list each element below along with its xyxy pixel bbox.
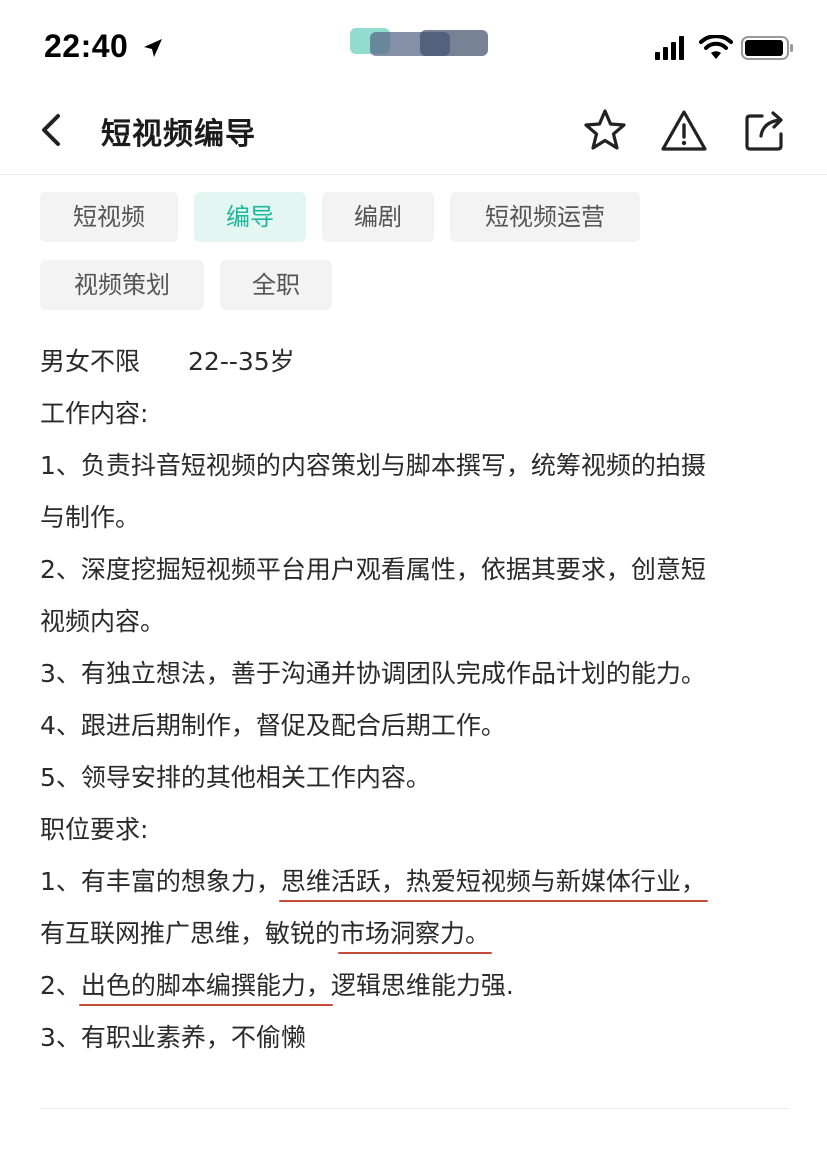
work-heading: 工作内容:: [40, 399, 149, 428]
work-item-2-line-1: 2、深度挖掘短视频平台用户观看属性，依据其要求，创意短: [40, 555, 706, 584]
gender-requirement: 男女不限: [40, 347, 141, 376]
req-2-prefix: 2、: [40, 971, 81, 1000]
tag-short-video[interactable]: 短视频: [40, 192, 178, 242]
battery-icon: [741, 36, 793, 60]
req-1b-prefix: 有互联网推广思维，敏锐的: [40, 919, 341, 948]
section-divider: [40, 1108, 788, 1109]
req-2-underlined-text: 出色的脚本编撰能力，: [80, 971, 331, 1000]
status-bar: 22:40: [0, 0, 827, 96]
work-item-1-line-2: 与制作。: [40, 503, 141, 532]
req-item-1-line-1: 1、有丰富的想象力，思维活跃，热爱短视频与新媒体行业，: [40, 862, 706, 902]
req-2-suffix: 逻辑思维能力强.: [330, 971, 514, 1000]
report-button[interactable]: [659, 106, 709, 156]
work-item-1-line-1: 1、负责抖音短视频的内容策划与脚本撰写，统筹视频的拍摄: [40, 451, 706, 480]
req-1-underlined-text: 思维活跃，热爱短视频与新媒体行业，: [280, 867, 706, 896]
req-item-2: 2、出色的脚本编撰能力，逻辑思维能力强.: [40, 966, 514, 1006]
location-arrow-icon: [144, 39, 162, 57]
carrier-blurred-icon: [350, 26, 488, 60]
tag-full-time[interactable]: 全职: [220, 260, 332, 310]
cellular-signal-icon: [655, 36, 684, 60]
requirements-heading: 职位要求:: [40, 815, 149, 844]
tag-video-planning[interactable]: 视频策划: [40, 260, 204, 310]
tag-short-video-ops[interactable]: 短视频运营: [450, 192, 640, 242]
wifi-icon: [699, 35, 733, 59]
requirement-basics: 男女不限 22--35岁: [40, 342, 295, 382]
nav-header: 短视频编导: [0, 96, 827, 175]
back-button[interactable]: [30, 108, 74, 152]
job-detail-screen: 22:40 短视频编导 短视频 编导 编剧 短视频运营 视频策划 全职 男女不限…: [0, 0, 827, 1153]
req-1b-underlined-text: 市场洞察力。: [340, 919, 491, 948]
page-title: 短视频编导: [101, 117, 256, 152]
req-item-1-line-2: 有互联网推广思维，敏锐的市场洞察力。: [40, 914, 490, 954]
star-button[interactable]: [580, 106, 630, 156]
work-item-3: 3、有独立想法，善于沟通并协调团队完成作品计划的能力。: [40, 659, 706, 688]
status-time: 22:40: [44, 28, 129, 64]
req-1-prefix: 1、有丰富的想象力，: [40, 867, 281, 896]
work-item-2-line-2: 视频内容。: [40, 607, 166, 636]
age-requirement: 22--35岁: [188, 347, 295, 376]
tag-director[interactable]: 编导: [194, 192, 306, 242]
work-item-5: 5、领导安排的其他相关工作内容。: [40, 763, 431, 792]
tag-screenwriter[interactable]: 编剧: [322, 192, 434, 242]
work-item-4: 4、跟进后期制作，督促及配合后期工作。: [40, 711, 506, 740]
req-item-3: 3、有职业素养，不偷懒: [40, 1023, 306, 1052]
share-button[interactable]: [740, 106, 790, 156]
